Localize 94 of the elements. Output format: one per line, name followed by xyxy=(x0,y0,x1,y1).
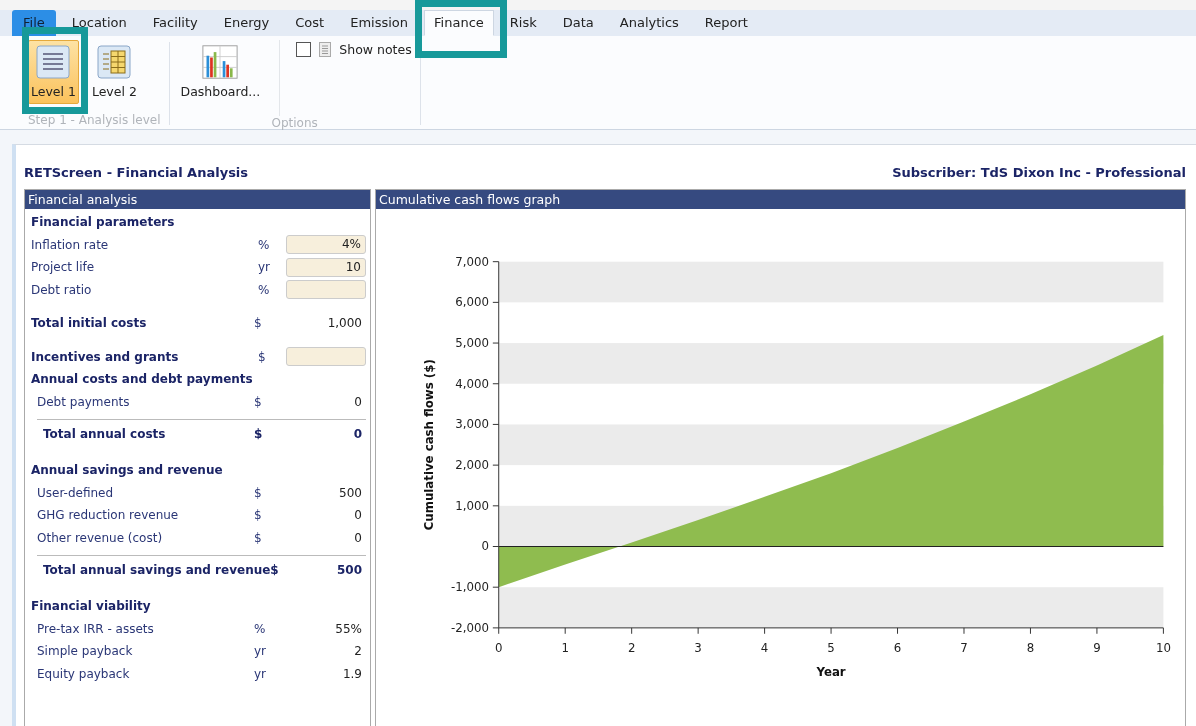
tick-label: -1,000 xyxy=(450,580,489,595)
row-value: 500 xyxy=(335,563,363,577)
tick-label: 10 xyxy=(1155,641,1171,656)
list-icon xyxy=(35,44,72,80)
row-value: 0 xyxy=(352,427,363,441)
unit-label: % xyxy=(258,282,271,297)
axis-title: Cumulative cash flows ($) xyxy=(421,359,436,531)
tick-label: 7 xyxy=(960,641,968,656)
row-value: 1,000 xyxy=(326,316,363,331)
row-label: Simple payback xyxy=(37,644,134,659)
row-label: Financial parameters xyxy=(31,215,176,230)
unit-label: yr xyxy=(258,260,272,275)
unit-label: $ xyxy=(254,485,263,500)
tick-label: 1,000 xyxy=(455,498,489,513)
row-value: 2 xyxy=(353,644,363,659)
row-label: Total annual costs xyxy=(43,427,167,441)
tick-label: 3 xyxy=(694,641,702,656)
tick-label: 9 xyxy=(1093,641,1101,656)
unit-label: $ xyxy=(254,394,263,409)
axis-title: Year xyxy=(816,665,846,679)
ribbon-tab[interactable]: Location xyxy=(61,10,137,36)
input-field[interactable] xyxy=(286,280,366,300)
ribbon-tab[interactable]: Facility xyxy=(142,10,208,36)
tick-label: 3,000 xyxy=(455,417,489,432)
row-label: Total annual savings and revenue xyxy=(43,563,271,577)
row-label: GHG reduction revenue xyxy=(37,508,180,523)
group-label: Options xyxy=(270,116,319,130)
unit-label: $ xyxy=(254,427,264,441)
tick-label: 7,000 xyxy=(455,254,489,269)
level-button[interactable]: Level 2 xyxy=(88,40,140,104)
row-label: Annual costs and debt payments xyxy=(31,372,254,387)
row-value: 55% xyxy=(334,621,363,636)
tick-label: 8 xyxy=(1026,641,1035,656)
tick-label: 0 xyxy=(481,539,489,554)
ribbon-tab[interactable]: Analytics xyxy=(609,10,689,36)
row-label: Total initial costs xyxy=(31,316,148,331)
checkbox-label: Show notes xyxy=(339,42,412,57)
group-label: Step 1 - Analysis level xyxy=(28,113,161,127)
row-label: Pre-tax IRR - assets xyxy=(37,621,155,636)
checkbox[interactable] xyxy=(296,42,312,57)
row-value: 0 xyxy=(353,394,363,409)
row-label: Incentives and grants xyxy=(31,349,180,364)
row-label: Other revenue (cost) xyxy=(37,530,164,545)
tick-label: 4,000 xyxy=(455,376,489,391)
unit-label: $ xyxy=(254,530,263,545)
unit-label: $ xyxy=(254,508,263,523)
row-value: 0 xyxy=(353,530,363,545)
unit-label: % xyxy=(254,621,267,636)
ribbon-tab[interactable]: Data xyxy=(552,10,604,36)
row-label: User-defined xyxy=(37,485,115,500)
tick-label: 2,000 xyxy=(455,458,489,473)
ribbon-tab[interactable]: Energy xyxy=(213,10,280,36)
tick-label: 6,000 xyxy=(455,295,489,310)
tick-label: 4 xyxy=(760,641,769,656)
row-label: Project life xyxy=(31,260,96,275)
row-label: Inflation rate xyxy=(31,237,110,252)
input-field[interactable] xyxy=(286,347,366,367)
tick-label: 1 xyxy=(561,641,569,656)
tick-label: 5,000 xyxy=(455,336,489,350)
unit-label: yr xyxy=(254,666,268,681)
unit-label: $ xyxy=(254,316,263,331)
unit-label: $ xyxy=(258,349,267,364)
bar-chart-icon xyxy=(202,44,239,80)
panel-title: Financial analysis xyxy=(25,190,370,209)
tick-label: 0 xyxy=(494,641,503,656)
tick-label: 2 xyxy=(627,641,636,656)
tick-label: 6 xyxy=(893,641,902,656)
row-label: Debt ratio xyxy=(31,282,93,297)
row-label: Annual savings and revenue xyxy=(31,463,224,478)
table-icon xyxy=(96,44,133,80)
note-icon xyxy=(319,42,332,57)
ribbon-tab[interactable]: Cost xyxy=(285,10,335,36)
unit-label: % xyxy=(258,237,271,252)
ribbon-tab[interactable]: Report xyxy=(694,10,758,36)
row-value: 0 xyxy=(353,508,363,523)
dashboard-button[interactable]: Dashboard... xyxy=(177,40,264,104)
panel-title: Cumulative cash flows graph xyxy=(376,190,1185,209)
ribbon-tab[interactable]: Emission xyxy=(340,10,419,36)
row-value: 500 xyxy=(338,485,363,500)
unit-label: yr xyxy=(254,644,268,659)
input-field[interactable]: 10 xyxy=(286,257,366,277)
ribbon-tab[interactable]: Finance xyxy=(424,10,494,36)
row-value: 1.9 xyxy=(341,666,363,681)
row-label: Debt payments xyxy=(37,394,131,409)
ribbon-tab[interactable]: Risk xyxy=(499,10,547,36)
report-title: RETScreen - Financial Analysis xyxy=(24,165,249,182)
tick-label: 5 xyxy=(827,641,835,656)
row-label: Financial viability xyxy=(31,599,152,614)
row-label: Equity payback xyxy=(37,666,131,681)
input-field[interactable]: 4% xyxy=(286,235,366,255)
tick-label: -2,000 xyxy=(450,620,489,635)
unit-label: $ xyxy=(270,563,280,577)
level-button[interactable]: Level 1 xyxy=(28,40,79,104)
subscriber-label: Subscriber: TdS Dixon Inc - Professional xyxy=(892,165,1186,182)
